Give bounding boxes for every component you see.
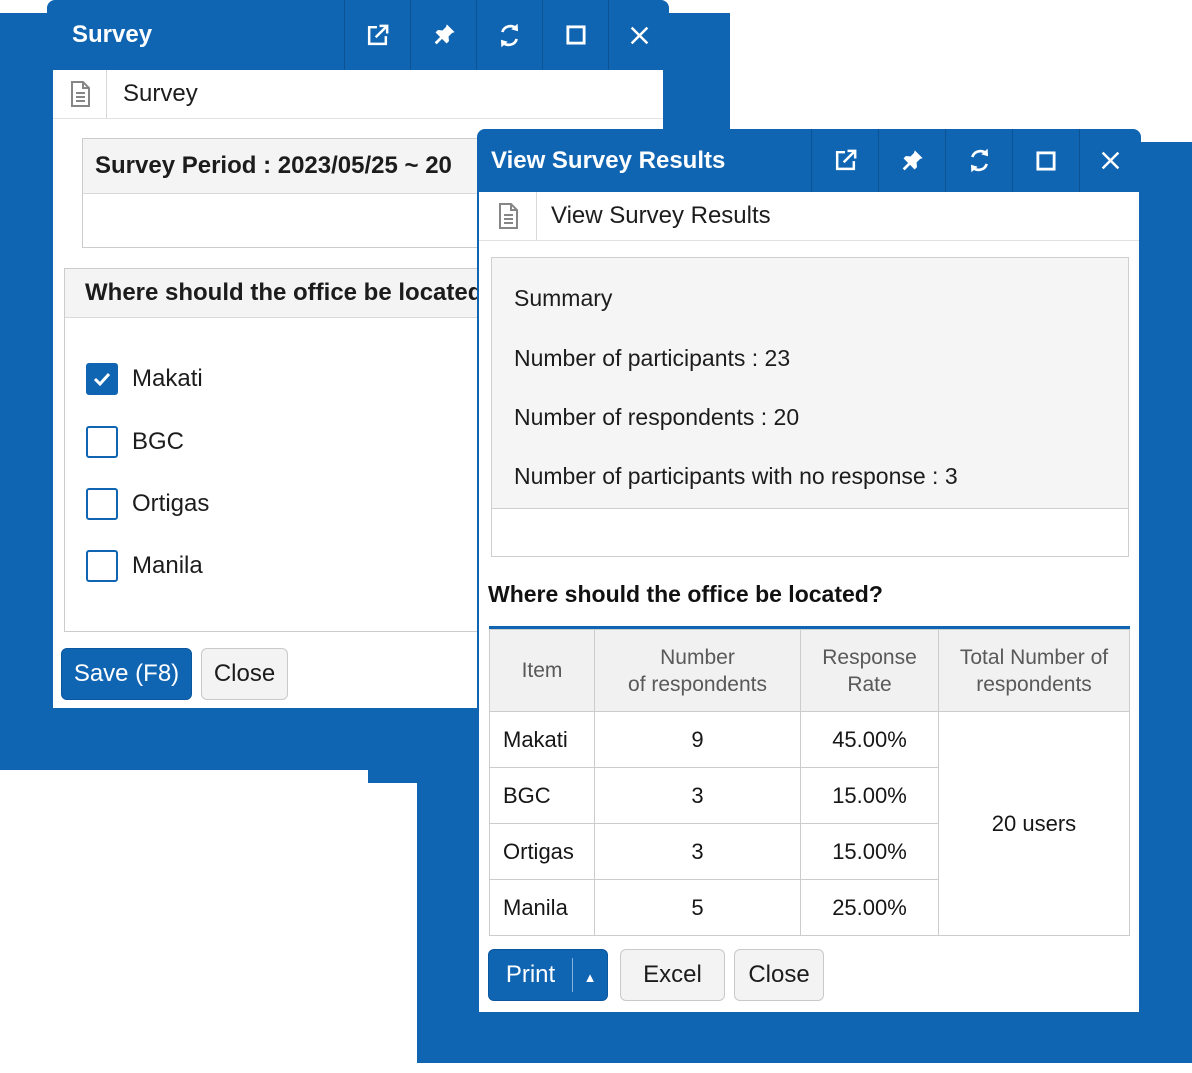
summary-no-response: Number of participants with no response … (514, 460, 958, 492)
print-dropdown-toggle[interactable]: ▲ (573, 961, 607, 989)
pin-button[interactable] (410, 0, 476, 70)
cell-respondents: 3 (595, 768, 801, 824)
option-label[interactable]: Makati (132, 365, 203, 393)
survey-dialog-title: Survey (47, 0, 152, 70)
popout-button[interactable] (811, 129, 878, 192)
checkbox-ortigas[interactable] (86, 488, 118, 520)
document-icon-box (479, 192, 537, 240)
pin-icon (899, 148, 925, 174)
excel-button[interactable]: Excel (620, 949, 725, 1001)
maximize-button[interactable] (1012, 129, 1079, 192)
close-button[interactable] (1079, 129, 1141, 192)
refresh-button[interactable] (476, 0, 542, 70)
option-label[interactable]: Ortigas (132, 490, 209, 518)
print-button-label: Print (489, 961, 572, 989)
cell-total-users: 20 users (939, 712, 1130, 936)
cell-rate: 25.00% (801, 880, 939, 936)
refresh-icon (496, 22, 523, 49)
external-link-icon (832, 147, 859, 174)
cell-rate: 15.00% (801, 768, 939, 824)
summary-empty-box (491, 508, 1129, 557)
summary-box: Summary Number of participants : 23 Numb… (491, 257, 1129, 509)
survey-page-header: Survey (53, 70, 663, 119)
external-link-icon (364, 22, 391, 49)
results-page-title: View Survey Results (537, 192, 771, 240)
checkbox-bgc[interactable] (86, 426, 118, 458)
close-button[interactable] (608, 0, 669, 70)
col-response-rate: Response Rate (801, 630, 939, 712)
checkbox-manila[interactable] (86, 550, 118, 582)
cell-respondents: 5 (595, 880, 801, 936)
survey-titlebar: Survey (47, 0, 669, 70)
cell-rate: 15.00% (801, 824, 939, 880)
summary-respondents: Number of respondents : 20 (514, 401, 799, 433)
option-row-bgc[interactable]: BGC (86, 426, 184, 458)
caret-up-icon: ▲ (584, 970, 597, 985)
option-label[interactable]: BGC (132, 428, 184, 456)
cell-item: Manila (490, 880, 595, 936)
results-dialog-body: View Survey Results Summary Number of pa… (479, 192, 1139, 1012)
survey-close-button[interactable]: Close (201, 648, 288, 700)
popout-button[interactable] (344, 0, 410, 70)
checkbox-makati[interactable] (86, 363, 118, 395)
results-table: Item Number of respondents Response Rate… (489, 629, 1130, 936)
close-icon (626, 22, 653, 49)
maximize-button[interactable] (542, 0, 608, 70)
survey-page-title: Survey (107, 70, 198, 118)
screen: Survey (0, 0, 1192, 1073)
document-icon-box (53, 70, 107, 118)
cell-rate: 45.00% (801, 712, 939, 768)
option-label[interactable]: Manila (132, 552, 203, 580)
cell-item: Ortigas (490, 824, 595, 880)
check-icon (90, 367, 114, 391)
results-titlebar: View Survey Results (477, 129, 1141, 192)
results-dialog-title: View Survey Results (477, 129, 725, 192)
summary-participants: Number of participants : 23 (514, 342, 790, 374)
results-page-header: View Survey Results (479, 192, 1139, 241)
cell-respondents: 9 (595, 712, 801, 768)
cell-item: BGC (490, 768, 595, 824)
refresh-button[interactable] (945, 129, 1012, 192)
maximize-icon (1033, 148, 1059, 174)
refresh-icon (966, 147, 993, 174)
results-close-button[interactable]: Close (734, 949, 824, 1001)
print-button[interactable]: Print ▲ (488, 949, 608, 1001)
option-row-manila[interactable]: Manila (86, 550, 203, 582)
pin-icon (431, 22, 457, 48)
pin-button[interactable] (878, 129, 945, 192)
option-row-makati[interactable]: Makati (86, 363, 203, 395)
results-table-wrap: Item Number of respondents Response Rate… (489, 626, 1130, 936)
save-button[interactable]: Save (F8) (61, 648, 192, 700)
view-results-dialog: View Survey Results (477, 129, 1141, 1012)
maximize-icon (563, 22, 589, 48)
cell-respondents: 3 (595, 824, 801, 880)
document-icon (68, 80, 92, 108)
cell-item: Makati (490, 712, 595, 768)
table-row: Makati 9 45.00% 20 users (490, 712, 1130, 768)
col-respondents: Number of respondents (595, 630, 801, 712)
summary-heading: Summary (514, 282, 612, 314)
table-header-row: Item Number of respondents Response Rate… (490, 630, 1130, 712)
col-item: Item (490, 630, 595, 712)
option-row-ortigas[interactable]: Ortigas (86, 488, 209, 520)
document-icon (496, 202, 520, 230)
col-total-respondents: Total Number of respondents (939, 630, 1130, 712)
close-icon (1097, 147, 1124, 174)
results-question-heading: Where should the office be located? (488, 581, 883, 608)
